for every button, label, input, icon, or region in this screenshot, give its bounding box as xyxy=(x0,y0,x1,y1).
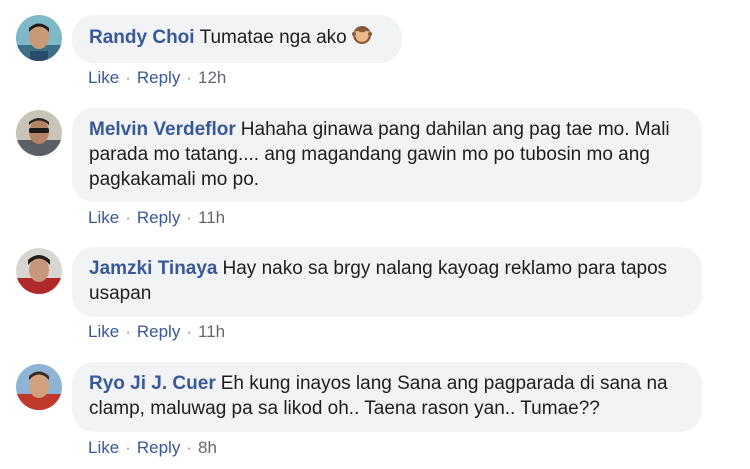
comment-author[interactable]: Jamzki Tinaya xyxy=(89,258,218,279)
separator: · xyxy=(125,322,131,341)
reply-link[interactable]: Reply xyxy=(137,68,180,87)
avatar[interactable] xyxy=(16,15,62,61)
avatar[interactable] xyxy=(16,248,62,294)
like-link[interactable]: Like xyxy=(88,68,119,87)
comment-bubble: Jamzki Tinaya Hay nako sa brgy nalang kay… xyxy=(72,247,702,317)
comment-actions: Like · Reply · 11h xyxy=(88,208,225,228)
reply-link[interactable]: Reply xyxy=(137,322,180,341)
separator: · xyxy=(125,438,131,457)
avatar[interactable] xyxy=(16,110,62,156)
comment-author[interactable]: Ryo Ji J. Cuer xyxy=(89,373,216,394)
avatar[interactable] xyxy=(16,364,62,410)
reply-link[interactable]: Reply xyxy=(137,208,180,227)
comment-text: Tumatae nga ako xyxy=(199,27,347,48)
reply-link[interactable]: Reply xyxy=(137,438,180,457)
comment-bubble: Ryo Ji J. Cuer Eh kung inayos lang Sana a… xyxy=(72,362,702,432)
comment-actions: Like · Reply · 8h xyxy=(88,438,217,458)
comment-timestamp[interactable]: 11h xyxy=(198,322,225,341)
comment-author[interactable]: Melvin Verdeflor xyxy=(89,119,236,140)
see-no-evil-monkey-icon xyxy=(351,24,373,53)
comment-bubble: Melvin Verdeflor Hahaha ginawa pang dahil… xyxy=(72,108,702,202)
separator: · xyxy=(125,208,131,227)
comment-actions: Like · Reply · 11h xyxy=(88,322,225,342)
separator: · xyxy=(186,68,192,87)
comment-timestamp[interactable]: 11h xyxy=(198,208,225,227)
comment-timestamp[interactable]: 12h xyxy=(198,68,226,87)
comment-timestamp[interactable]: 8h xyxy=(198,438,217,457)
separator: · xyxy=(186,322,192,341)
like-link[interactable]: Like xyxy=(88,438,119,457)
comment-thread: Randy Choi Tumatae nga ako Like · Reply · 12h… xyxy=(0,0,750,469)
like-link[interactable]: Like xyxy=(88,208,119,227)
comment-actions: Like · Reply · 12h xyxy=(88,68,226,88)
separator: · xyxy=(125,68,131,87)
comment-author[interactable]: Randy Choi xyxy=(89,27,195,48)
like-link[interactable]: Like xyxy=(88,322,119,341)
separator: · xyxy=(186,438,192,457)
comment-bubble: Randy Choi Tumatae nga ako xyxy=(72,15,402,63)
separator: · xyxy=(186,208,192,227)
